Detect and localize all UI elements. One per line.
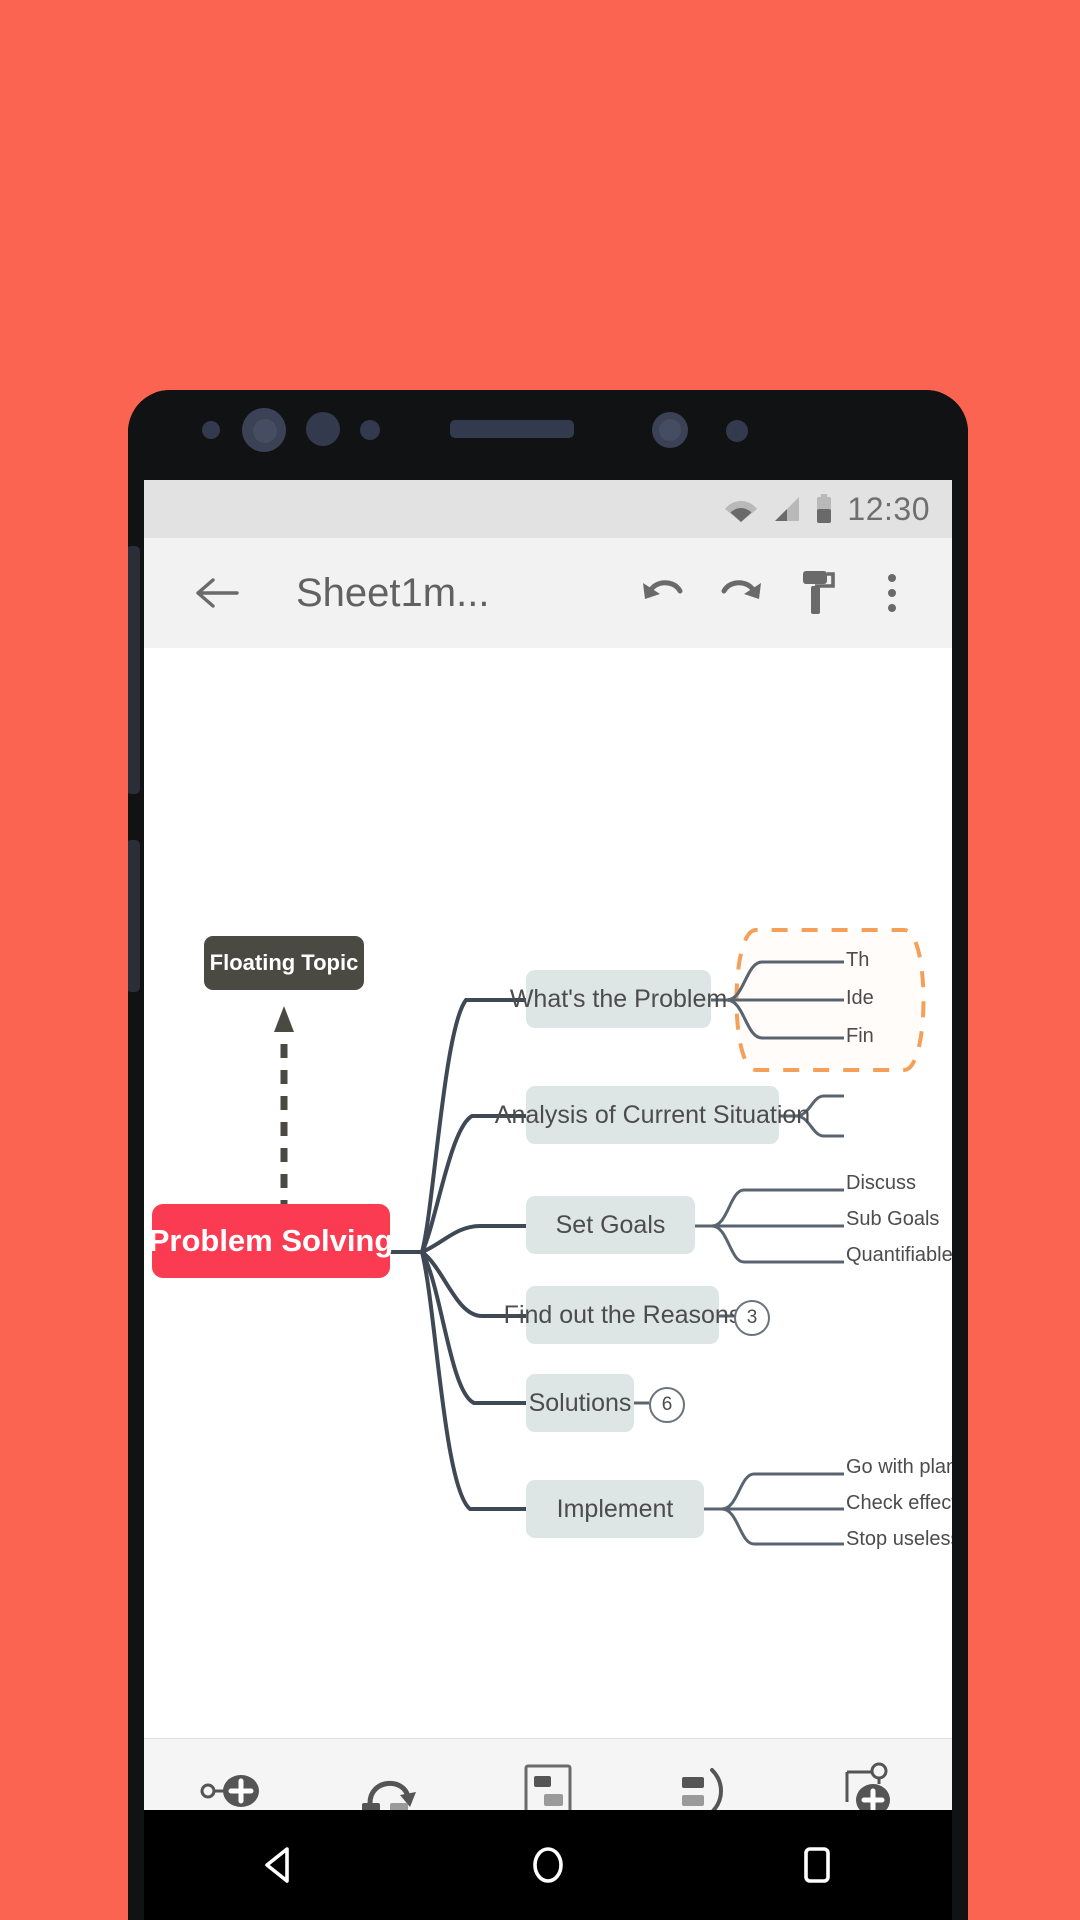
badge-count: 6	[661, 1394, 673, 1415]
volume-button[interactable]	[128, 546, 140, 794]
sensor-dot-4-lens	[659, 419, 681, 441]
central-topic-node[interactable]: Problem Solving	[149, 1204, 393, 1278]
floating-topic-node[interactable]: Floating Topic	[204, 936, 364, 990]
add-summary-button[interactable]	[658, 1747, 754, 1810]
subtopic-node-set-goals-3[interactable]: Quantifiable targe	[846, 1238, 952, 1272]
branch-node-implement[interactable]: Implement	[526, 1480, 704, 1538]
nav-recents-button[interactable]	[757, 1825, 877, 1905]
branch-label: Solutions	[528, 1388, 632, 1417]
back-button[interactable]	[178, 555, 254, 631]
branch-node-whats-the-problem[interactable]: What's the Problem	[510, 970, 727, 1028]
battery-icon	[815, 494, 833, 524]
branch-node-find-out-the-reasons[interactable]: Find out the Reasons	[504, 1286, 741, 1344]
sensor-dot-3	[360, 420, 380, 440]
subtopic-node-implement-2[interactable]: Check effect of	[846, 1486, 952, 1520]
add-boundary-button[interactable]	[500, 1747, 596, 1810]
subtopic-node-set-goals-2[interactable]: Sub Goals	[846, 1202, 952, 1236]
subtopic-label: Check effect of	[846, 1491, 952, 1514]
sensor-dot-5	[726, 420, 748, 442]
subtopic-label: Quantifiable targe	[846, 1243, 952, 1266]
subtopic-label: Ide	[846, 986, 874, 1009]
central-topic-label: Problem Solving	[148, 1223, 394, 1258]
subtopic-label: Stop useless so	[846, 1527, 952, 1550]
subtopic-label: Th	[846, 948, 870, 971]
wifi-icon	[725, 496, 758, 522]
nav-home-button[interactable]	[488, 1825, 608, 1905]
status-bar: 12:30	[144, 480, 952, 538]
branch-label: Set Goals	[555, 1210, 666, 1239]
sensor-dot-2	[306, 412, 340, 446]
subtopic-label: Fin	[846, 1024, 874, 1047]
sensor-dot-1	[202, 421, 220, 439]
redo-button[interactable]	[702, 555, 778, 631]
subtopic-node-whats-the-problem-2[interactable]: Ide	[846, 978, 952, 1018]
subtopic-node-implement-3[interactable]: Stop useless so	[846, 1522, 952, 1556]
front-camera-lens	[253, 419, 277, 443]
status-bar-clock: 12:30	[847, 490, 930, 527]
nav-back-button[interactable]	[219, 1825, 339, 1905]
branch-label: Implement	[556, 1494, 674, 1523]
phone-top-bezel	[128, 390, 968, 480]
add-sibling-topic-button[interactable]	[183, 1747, 279, 1811]
branch-node-analysis-of-current-situation[interactable]: Analysis of Current Situation	[495, 1086, 810, 1144]
subtopic-node-set-goals-1[interactable]: Discuss	[846, 1166, 952, 1200]
earpiece-speaker	[450, 420, 574, 438]
floating-topic-label: Floating Topic	[209, 950, 359, 975]
add-relationship-button[interactable]	[342, 1747, 438, 1810]
collapsed-count-badge-solutions[interactable]: 6	[649, 1387, 685, 1423]
subtopic-label: Discuss	[846, 1171, 917, 1194]
branch-label: Find out the Reasons	[503, 1300, 742, 1329]
phone-screen: 12:30 Sheet1m... Floating Topic Problem …	[144, 480, 952, 1810]
more-options-icon	[888, 574, 896, 612]
power-button[interactable]	[128, 840, 140, 992]
editing-toolbar	[144, 1738, 952, 1810]
more-options-button[interactable]	[854, 555, 930, 631]
document-title[interactable]: Sheet1m...	[296, 571, 626, 616]
subtopic-label: Go with plans	[846, 1455, 952, 1478]
branch-label: Analysis of Current Situation	[494, 1100, 811, 1129]
subtopic-node-whats-the-problem-3[interactable]: Fin	[846, 1016, 952, 1056]
undo-button[interactable]	[626, 555, 702, 631]
branch-node-set-goals[interactable]: Set Goals	[526, 1196, 695, 1254]
branch-node-solutions[interactable]: Solutions	[526, 1374, 634, 1432]
android-nav-bar	[144, 1810, 952, 1920]
branch-label: What's the Problem	[509, 984, 728, 1013]
phone-device: 12:30 Sheet1m... Floating Topic Problem …	[128, 390, 968, 1920]
badge-count: 3	[746, 1307, 758, 1328]
mindmap-canvas[interactable]: Floating Topic Problem Solving What's th…	[144, 648, 952, 1738]
subtopic-label: Sub Goals	[846, 1207, 940, 1230]
format-painter-button[interactable]	[778, 555, 854, 631]
screenshot-root: 12:30 Sheet1m... Floating Topic Problem …	[0, 0, 1080, 1920]
mindmap-connectors	[273, 928, 926, 1546]
collapsed-count-badge-find-out-the-reasons[interactable]: 3	[734, 1300, 770, 1336]
cellular-signal-icon	[771, 496, 801, 522]
subtopic-node-implement-1[interactable]: Go with plans	[846, 1450, 952, 1484]
app-toolbar: Sheet1m...	[144, 538, 952, 648]
subtopic-node-whats-the-problem-1[interactable]: Th	[846, 940, 952, 980]
add-floating-topic-button[interactable]	[817, 1747, 913, 1810]
